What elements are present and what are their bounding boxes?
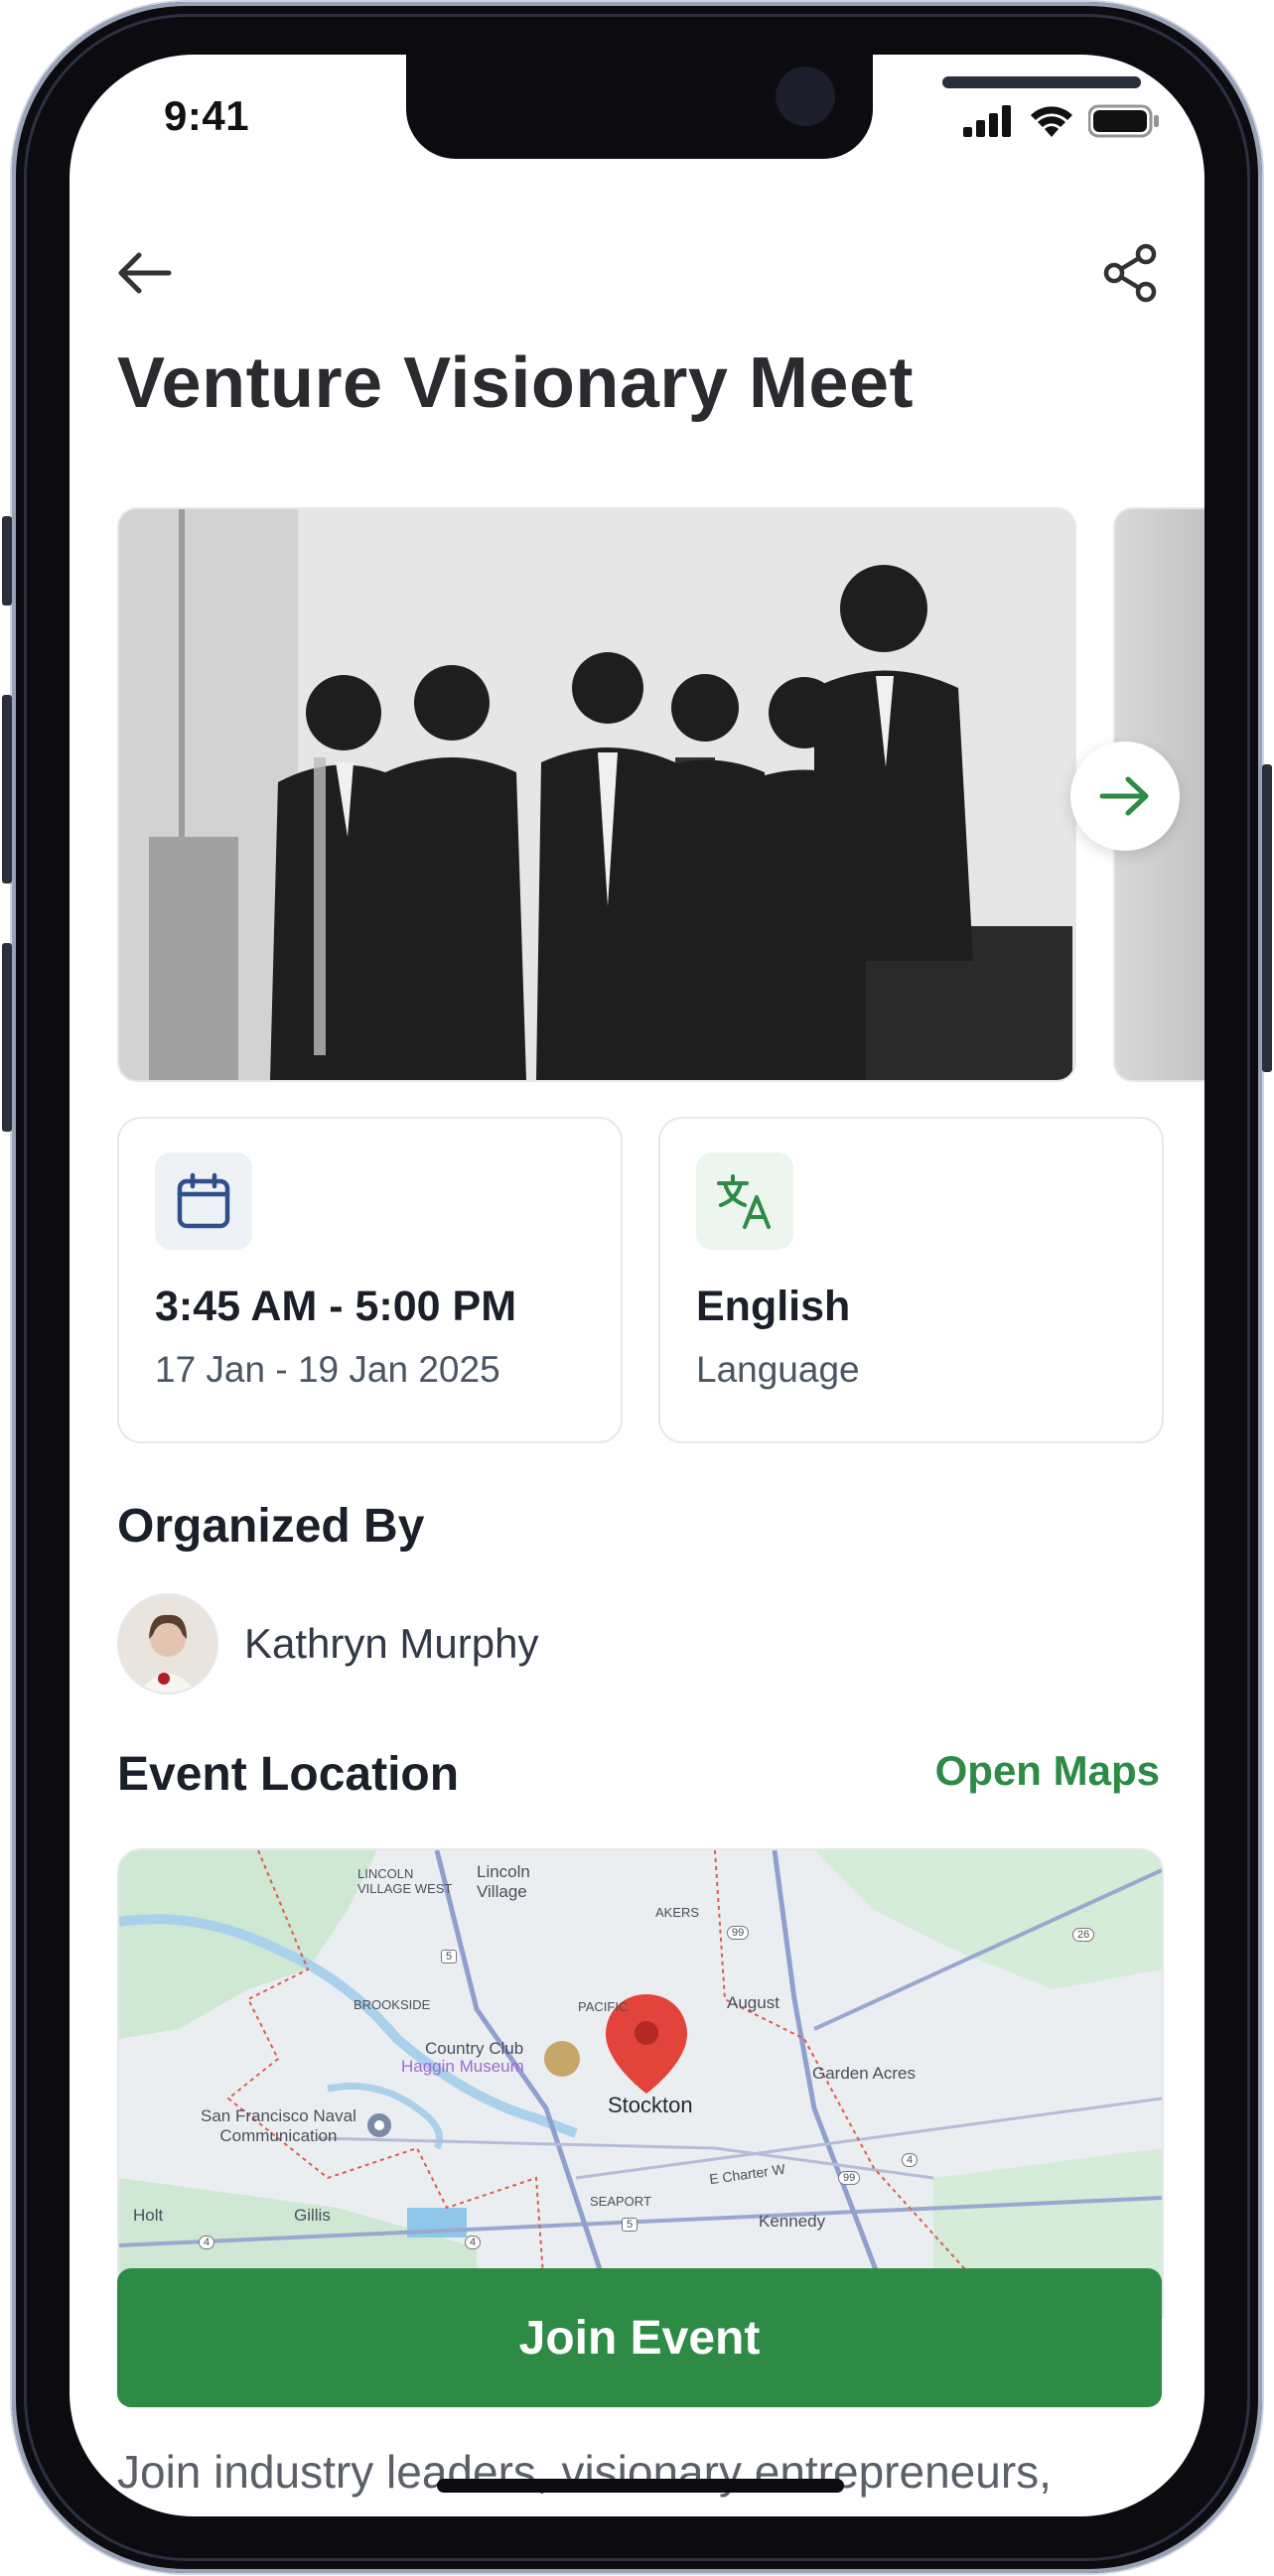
carousel-next-button[interactable] [1070,742,1180,851]
date-time-card: 3:45 AM - 5:00 PM 17 Jan - 19 Jan 2025 [117,1117,623,1443]
map-shield-4-east: 4 [902,2153,919,2167]
carousel-image-1[interactable] [117,507,1076,1082]
language-value: English [696,1283,851,1330]
event-date: 17 Jan - 19 Jan 2025 [155,1349,500,1390]
notch [406,55,1141,159]
organized-by-heading: Organized By [117,1500,425,1553]
event-location-map[interactable]: LINCOLN VILLAGE WEST Lincoln Village AKE… [117,1848,1164,2319]
home-indicator[interactable] [437,2479,844,2493]
map-label-august: August [727,1993,779,2012]
map-shield-4-west: 4 [199,2236,215,2249]
map-label-pacific: PACIFIC [578,1999,629,2014]
map-label-holt: Holt [133,2206,164,2225]
map-label-lincoln-village: Lincoln Village [477,1862,530,1901]
map-graphic [119,1850,1162,2317]
map-label-country-club: Country Club [425,2039,524,2058]
open-maps-link[interactable]: Open Maps [935,1747,1160,1795]
translate-icon [717,1174,771,1229]
map-label-lincoln-village-west: LINCOLN VILLAGE WEST [357,1866,453,1896]
volume-up-button [2,695,12,883]
volume-down-button [2,943,12,1132]
top-nav [114,243,1160,303]
arrow-right-icon [1099,776,1149,816]
map-shield-99-south: 99 [838,2171,861,2185]
map-shield-5-south: 5 [622,2218,638,2232]
mute-switch [2,516,12,606]
join-event-button[interactable]: Join Event [117,2268,1162,2407]
calendar-icon-container [155,1152,252,1250]
event-photo [119,509,1074,1080]
language-card: English Language [658,1117,1164,1443]
event-location-heading: Event Location [117,1748,460,1801]
map-label-haggin-museum: Haggin Museum [401,2057,524,2076]
arrow-left-icon [118,252,172,294]
map-shield-26: 26 [1072,1928,1095,1942]
page-title: Venture Visionary Meet [117,343,914,423]
avatar-image [119,1595,216,1693]
organizer-name: Kathryn Murphy [244,1620,539,1667]
front-camera [776,67,835,126]
status-time: 9:41 [164,92,250,139]
battery-icon [1088,104,1159,138]
event-time: 3:45 AM - 5:00 PM [155,1283,517,1330]
power-button [1262,764,1272,1072]
avatar [117,1593,218,1695]
map-label-seaport: SEAPORT [590,2194,651,2209]
share-icon [1103,243,1157,303]
share-button[interactable] [1100,243,1160,303]
map-label-gillis: Gillis [294,2206,331,2225]
map-label-kennedy: Kennedy [759,2212,826,2231]
map-label-sf-naval: San Francisco Naval Communication [201,2106,356,2145]
status-icons [963,104,1160,138]
map-shield-99-north: 99 [727,1926,750,1940]
translate-icon-container [696,1152,793,1250]
map-shield-4-central: 4 [465,2236,482,2249]
map-shield-5-north: 5 [441,1950,458,1964]
map-label-brookside: BROOKSIDE [354,1997,431,2012]
signal-icon [963,105,1011,137]
wifi-icon [1031,106,1072,137]
screen: 9:41 Venture Visionary Meet 3:45 AM - 5:… [70,55,1204,2516]
map-label-akers: AKERS [655,1905,700,1920]
map-label-stockton: Stockton [608,2093,693,2117]
calendar-icon [177,1172,230,1229]
map-label-garden-acres: Garden Acres [812,2064,916,2083]
speaker [942,76,1141,88]
back-button[interactable] [114,243,174,303]
organizer-row[interactable]: Kathryn Murphy [117,1593,538,1695]
image-carousel[interactable] [117,507,1204,1082]
language-label: Language [696,1349,860,1390]
